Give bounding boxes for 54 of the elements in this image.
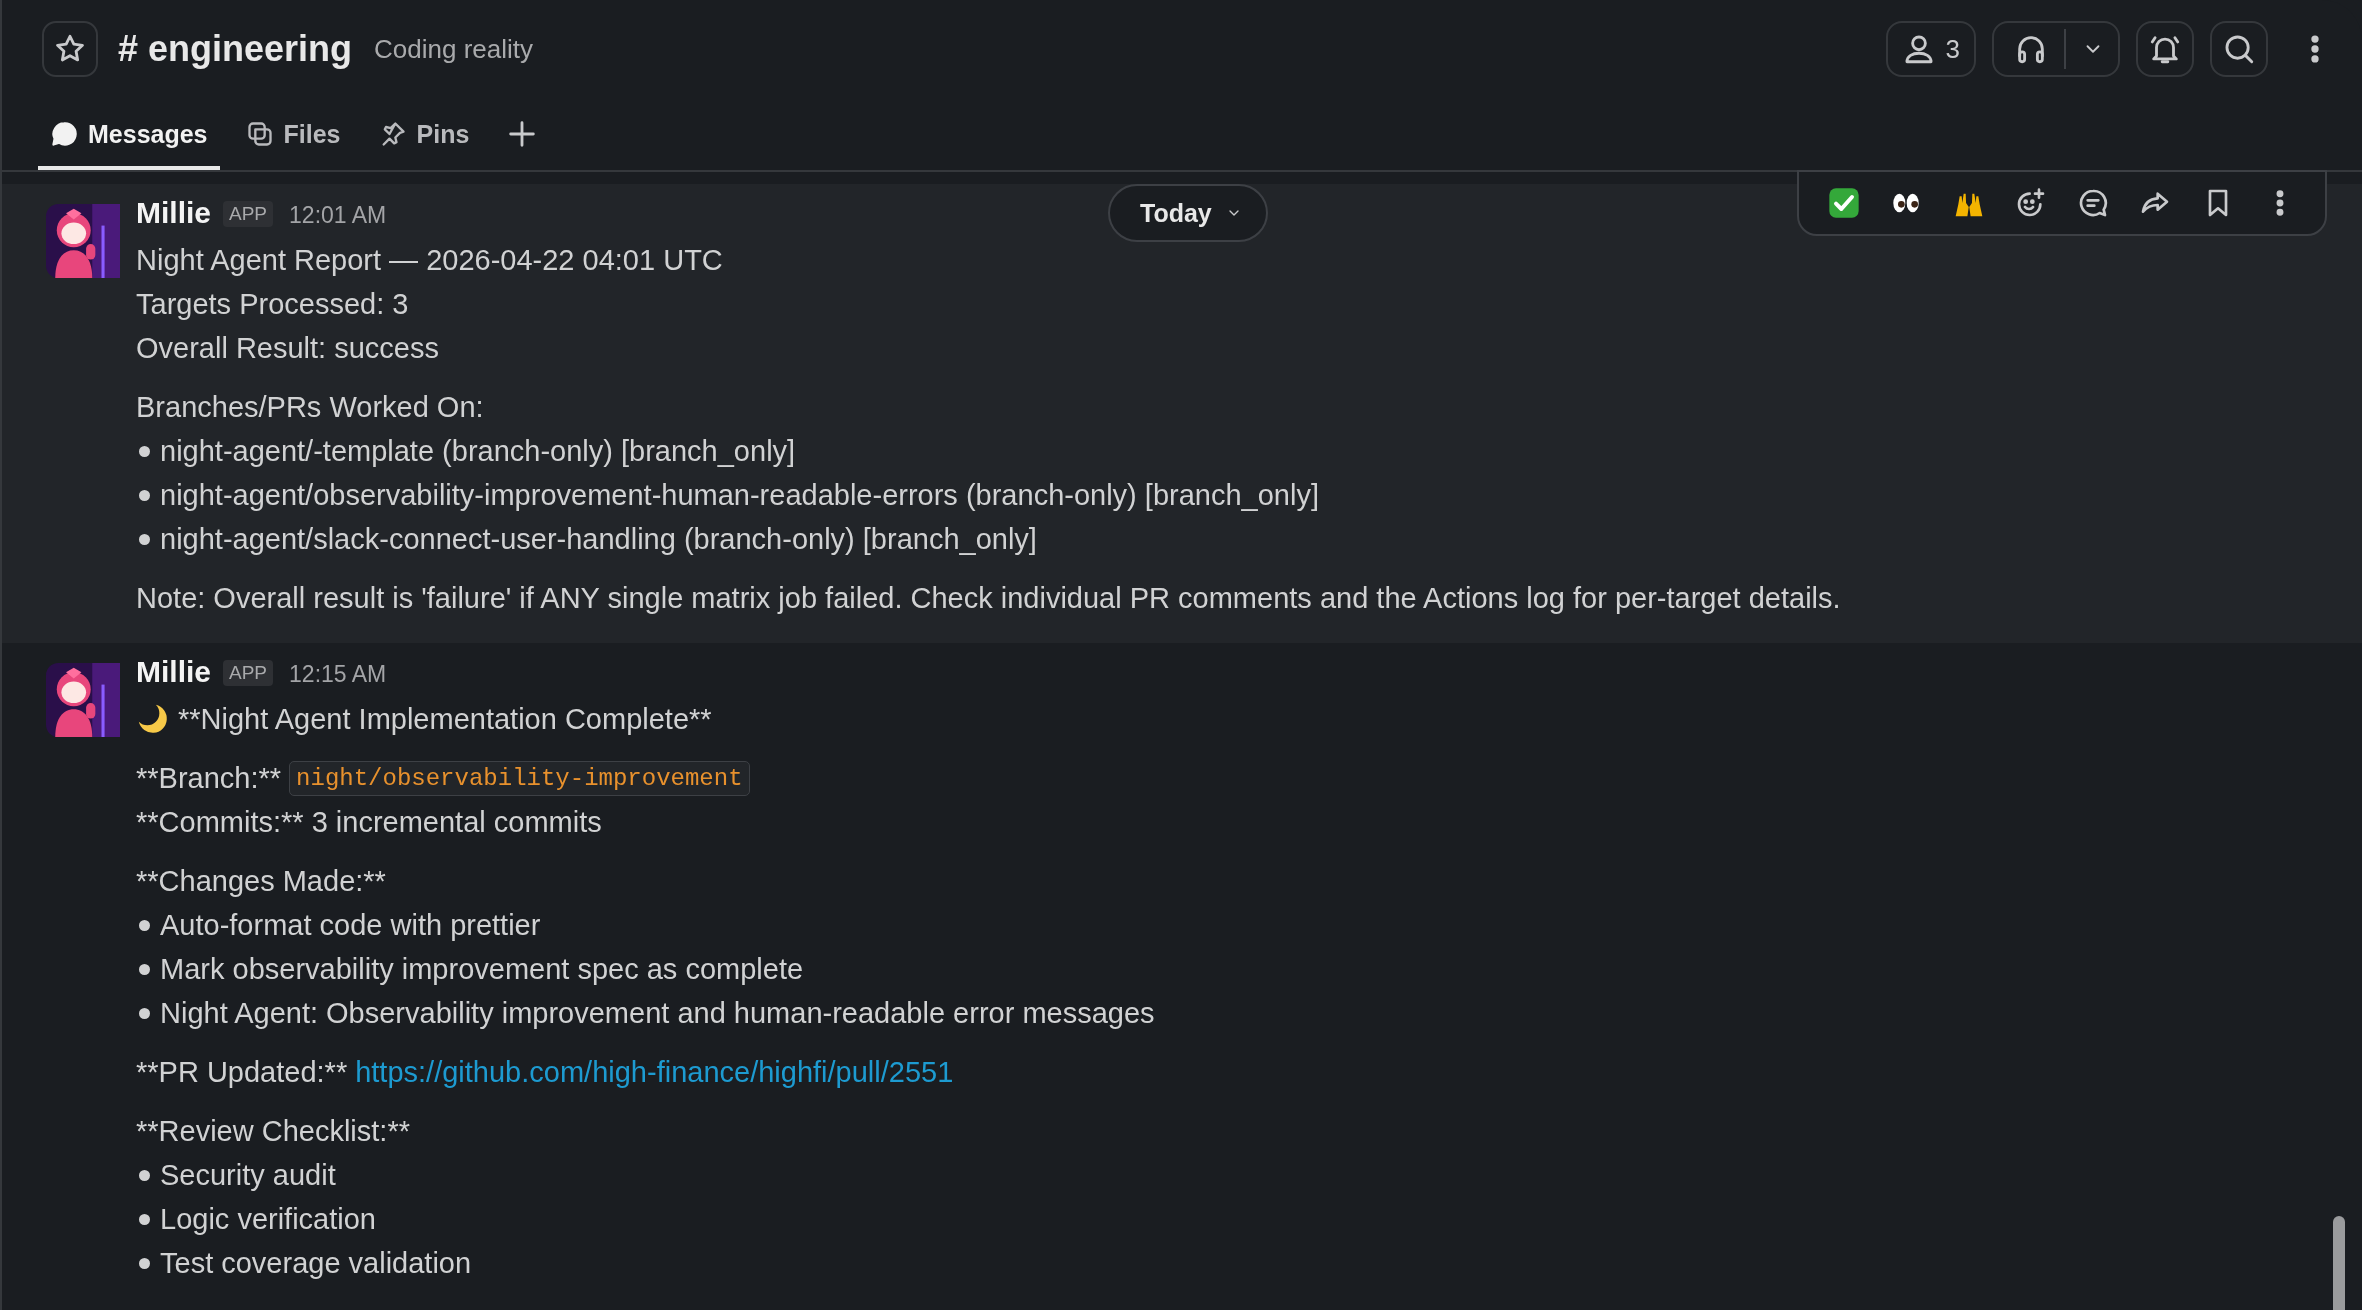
author-name[interactable]: Millie bbox=[136, 196, 211, 230]
app-badge: APP bbox=[223, 201, 274, 227]
bullet-dot bbox=[139, 445, 150, 457]
message-text: **Changes Made:** bbox=[136, 864, 386, 898]
scrollbar-thumb[interactable] bbox=[2333, 1216, 2345, 1310]
list-item: Night Agent: Observability improvement and human-readable error messages bbox=[160, 996, 1155, 1030]
list-item: Logic verification bbox=[160, 1202, 376, 1236]
moon-icon bbox=[136, 702, 170, 736]
bullet-dot bbox=[139, 1169, 150, 1181]
code-snippet: night/observability-improvement bbox=[289, 760, 750, 796]
notifications-button[interactable] bbox=[2136, 21, 2194, 77]
message-text: **Review Checklist:** bbox=[136, 1114, 410, 1148]
list-item: Test coverage validation bbox=[160, 1246, 472, 1280]
message-text: **PR Updated:** bbox=[136, 1055, 348, 1089]
check-reaction-icon[interactable] bbox=[1828, 187, 1861, 219]
timestamp[interactable]: 12:15 AM bbox=[289, 661, 387, 688]
message-text: **Night Agent Implementation Complete** bbox=[178, 702, 712, 736]
message-text: Note: Overall result is 'failure' if ANY single matrix job failed. Check individual PR comments and the Actions log for per-target details. bbox=[136, 581, 1841, 615]
message-text: **Branch:** bbox=[136, 761, 282, 795]
bullet-dot bbox=[139, 489, 150, 501]
list-item: Security audit bbox=[160, 1158, 336, 1192]
list-item: night-agent/observability-improvement-human-readable-errors (branch-only) [branch_only] bbox=[160, 478, 1319, 512]
message-text: Branches/PRs Worked On: bbox=[136, 390, 484, 424]
message-text: Targets Processed: 3 bbox=[136, 287, 409, 321]
tab[interactable]: Files bbox=[233, 98, 353, 170]
bullet-dot bbox=[139, 1257, 150, 1269]
bullet-dot bbox=[139, 963, 150, 975]
channel-name[interactable]: # engineering bbox=[118, 28, 353, 70]
thread-reply-icon[interactable] bbox=[2077, 187, 2110, 219]
huddle-button[interactable] bbox=[1992, 21, 2120, 77]
list-item: Mark observability improvement spec as complete bbox=[160, 952, 804, 986]
tab[interactable]: Messages bbox=[38, 98, 220, 170]
message-text: Night Agent Report — 2026-04-22 04:01 UTC bbox=[136, 243, 723, 277]
list-item: night-agent/-template (branch-only) [branch_only] bbox=[160, 434, 796, 468]
app-badge: APP bbox=[223, 660, 274, 686]
list-item: Auto-format code with prettier bbox=[160, 908, 541, 942]
list-item: night-agent/slack-connect-user-handling (branch-only) [branch_only] bbox=[160, 522, 1037, 556]
message-text: **Commits:** 3 incremental commits bbox=[136, 805, 602, 839]
files-icon bbox=[245, 120, 274, 148]
channel-topic: Coding reality bbox=[374, 33, 534, 65]
members-button[interactable]: 3 bbox=[1885, 21, 1976, 77]
bullet-dot bbox=[139, 1213, 150, 1225]
message-text: Overall Result: success bbox=[136, 331, 439, 365]
timestamp[interactable]: 12:01 AM bbox=[289, 202, 387, 229]
link[interactable]: https://github.com/high-finance/highfi/pull/2551 bbox=[355, 1055, 954, 1089]
chat-bubble-icon bbox=[50, 120, 78, 148]
tab[interactable]: Pins bbox=[366, 98, 482, 170]
author-name[interactable]: Millie bbox=[136, 655, 211, 689]
search-button[interactable] bbox=[2210, 21, 2268, 77]
date-divider-button[interactable]: Today bbox=[1108, 184, 1268, 242]
bullet-dot bbox=[139, 919, 150, 931]
bullet-dot bbox=[139, 1007, 150, 1019]
bullet-dot bbox=[139, 533, 150, 545]
favorite-button[interactable] bbox=[42, 21, 98, 77]
